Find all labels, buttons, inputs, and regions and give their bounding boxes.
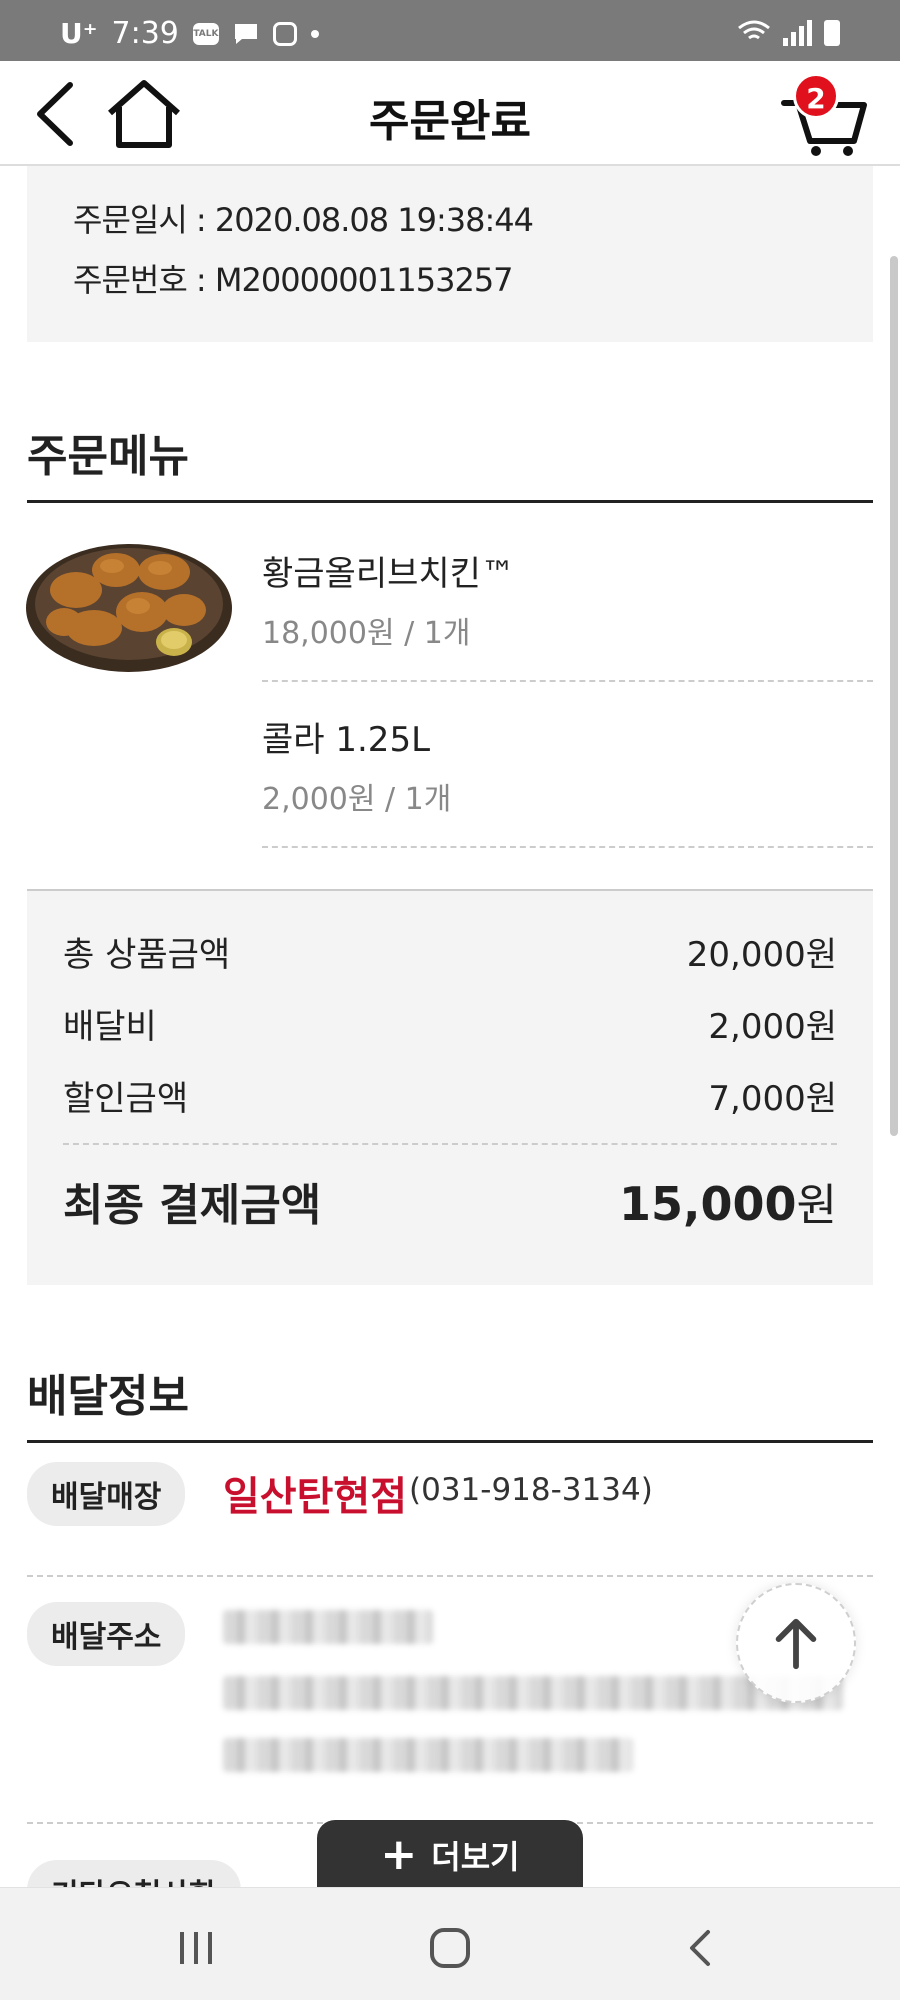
delivery-store-label: 배달매장 xyxy=(27,1462,186,1526)
store-name-link[interactable]: 일산탄현점 xyxy=(223,1464,407,1522)
blurred-address-line xyxy=(223,1738,633,1772)
home-nav-icon[interactable] xyxy=(420,1918,480,1978)
menu-item: 황금올리브치킨™ 18,000원 / 1개 xyxy=(262,516,873,682)
order-number-row: 주문번호 : M20000001153257 xyxy=(73,250,873,310)
final-total-label: 최종 결제금액 xyxy=(63,1180,322,1231)
discount-row: 할인금액 7,000원 xyxy=(63,1071,837,1120)
dot-icon xyxy=(310,29,319,38)
order-datetime-row: 주문일시 : 2020.08.08 19:38:44 xyxy=(73,190,873,250)
order-info-panel: 주문일시 : 2020.08.08 19:38:44 주문번호 : M20000… xyxy=(27,166,873,342)
chicken-image xyxy=(26,544,232,672)
payment-summary: 총 상품금액 20,000원 배달비 2,000원 할인금액 7,000원 최종… xyxy=(27,889,873,1285)
cart-count-badge: 2 xyxy=(793,73,839,119)
delivery-fee-label: 배달비 xyxy=(63,1007,157,1047)
wifi-icon xyxy=(738,20,770,40)
more-button-label: 더보기 xyxy=(431,1838,520,1876)
page-title: 주문완료 xyxy=(369,96,531,147)
delivery-fee-value: 2,000원 xyxy=(708,1007,837,1047)
signal-icon xyxy=(783,20,812,46)
order-number-label: 주문번호 : xyxy=(73,261,215,299)
delivery-fee-row: 배달비 2,000원 xyxy=(63,999,837,1048)
discount-label: 할인금액 xyxy=(63,1079,189,1119)
back-nav-icon[interactable] xyxy=(670,1918,730,1978)
menu-item-price: 2,000원 / 1개 xyxy=(262,782,452,817)
order-menu-title: 주문메뉴 xyxy=(27,420,873,503)
store-phone[interactable]: (031-918-3134) xyxy=(409,1472,653,1508)
final-total-number: 15,000 xyxy=(619,1177,797,1231)
plus-icon: + xyxy=(380,1829,418,1880)
scroll-to-top-button[interactable] xyxy=(736,1583,856,1703)
final-total-value: 15,000원 xyxy=(619,1169,837,1233)
order-datetime-value: 2020.08.08 19:38:44 xyxy=(214,201,534,239)
delivery-info-title: 배달정보 xyxy=(27,1360,873,1443)
top-app-bar: 주문완료 2 xyxy=(0,61,900,166)
recent-apps-icon[interactable] xyxy=(166,1918,226,1978)
system-nav-bar xyxy=(0,1887,900,2000)
more-button[interactable]: + 더보기 xyxy=(317,1820,583,1890)
delivery-store-row: 배달매장 일산탄현점 (031-918-3134) xyxy=(27,1442,873,1577)
menu-item-name: 콜라 1.25L xyxy=(262,720,431,760)
order-number-value: M20000001153257 xyxy=(214,261,514,299)
order-datetime-label: 주문일시 : xyxy=(73,201,215,239)
message-icon xyxy=(234,23,257,44)
clock: 7:39 xyxy=(111,16,179,51)
instagram-icon xyxy=(272,21,297,46)
menu-item-price: 18,000원 / 1개 xyxy=(262,616,471,651)
menu-item: 콜라 1.25L 2,000원 / 1개 xyxy=(262,682,873,848)
subtotal-value: 20,000원 xyxy=(686,935,837,975)
battery-icon xyxy=(824,20,840,46)
final-total-unit: 원 xyxy=(796,1180,837,1231)
divider xyxy=(63,1143,837,1145)
blurred-address-line xyxy=(223,1610,433,1644)
menu-item-name: 황금올리브치킨™ xyxy=(262,554,515,594)
status-bar: U⁺ 7:39 TALK xyxy=(0,0,900,61)
final-total-row: 최종 결제금액 15,000원 xyxy=(63,1169,837,1233)
delivery-address-label: 배달주소 xyxy=(27,1602,186,1666)
subtotal-label: 총 상품금액 xyxy=(63,935,231,975)
subtotal-row: 총 상품금액 20,000원 xyxy=(63,927,837,976)
scrollbar[interactable] xyxy=(890,256,898,1136)
discount-value: 7,000원 xyxy=(708,1079,837,1119)
talk-icon: TALK xyxy=(192,22,219,45)
carrier-label: U⁺ xyxy=(60,17,98,50)
